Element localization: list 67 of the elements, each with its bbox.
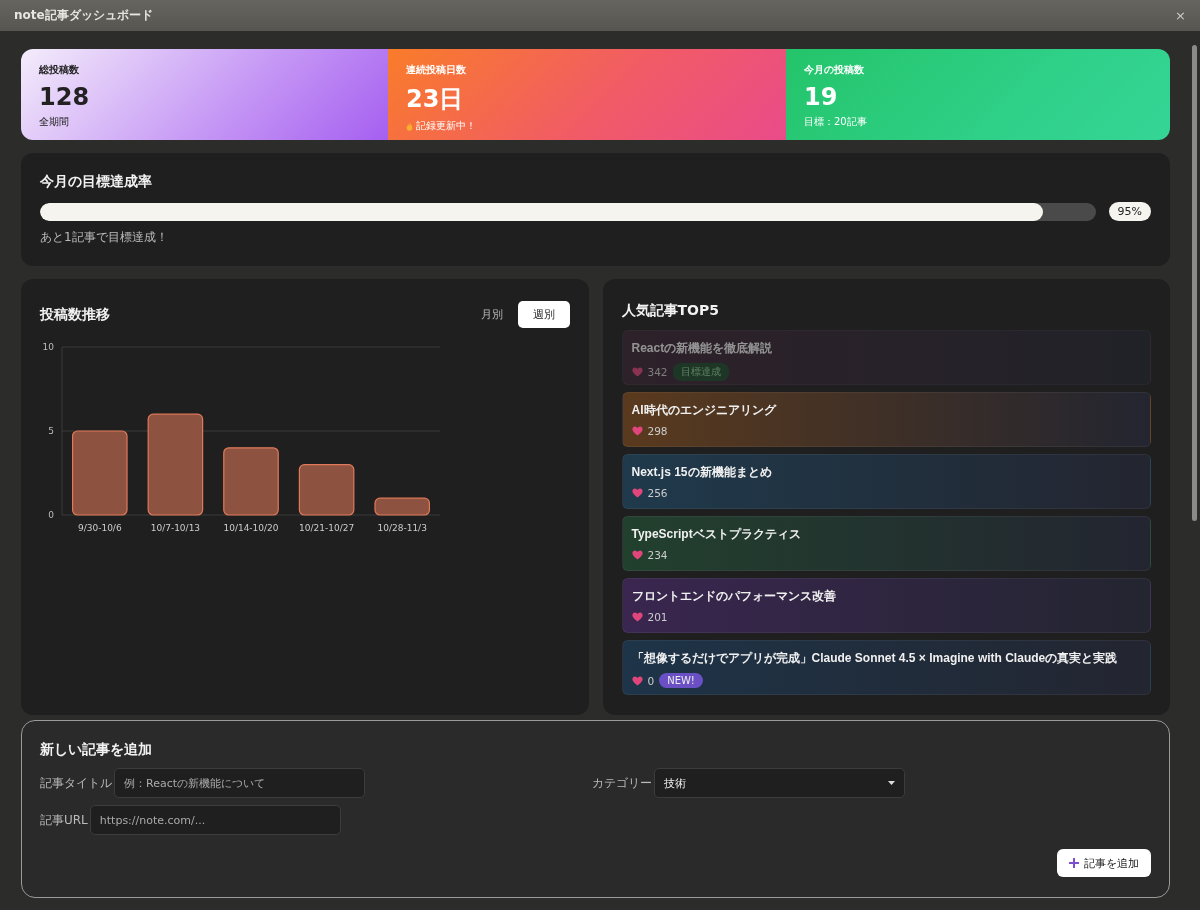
like-count: 201: [647, 611, 668, 623]
heart-icon: [631, 675, 643, 686]
bar: [374, 497, 431, 516]
stat-label: 連続投稿日数: [406, 63, 467, 77]
panel-title: 投稿数推移: [40, 305, 110, 324]
heart-icon: [631, 426, 643, 436]
heart-icon: [631, 550, 643, 560]
article-title: 「想像するだけでアプリが完成」Claude Sonnet 4.5 × Imagine with Claudeの真実と実践: [631, 650, 1119, 667]
close-button[interactable]: ×: [1173, 8, 1188, 23]
bar: [298, 464, 355, 516]
scrollbar-thumb[interactable]: [1191, 45, 1197, 521]
field-label: カテゴリー: [591, 774, 652, 792]
axis-category-label: 10/7-10/13: [150, 523, 201, 533]
form-title: 新しい記事を追加: [40, 741, 153, 759]
article-card[interactable]: フロントエンドのパフォーマンス改善 201: [621, 578, 1151, 633]
article-title: Reactの新機能を徹底解説: [631, 340, 774, 357]
article-title: Next.js 15の新機能まとめ: [631, 464, 773, 481]
period-tab[interactable]: 週別: [517, 301, 570, 328]
axis-tick-label: 5: [48, 426, 54, 436]
stat-value: 19: [804, 83, 839, 111]
like-count: 234: [647, 549, 668, 561]
bar: [223, 447, 279, 516]
field-label: 記事URL: [40, 811, 88, 829]
caret-icon: [887, 781, 895, 785]
like-count: 0: [647, 674, 655, 687]
goal-message: あと1記事で目標達成！: [40, 229, 169, 246]
like-count: 298: [647, 425, 668, 437]
window-title: note記事ダッシュボード: [14, 7, 153, 24]
flame-icon: [406, 121, 413, 131]
axis-tick-label: 0: [48, 510, 54, 520]
axis-tick-label: 10: [42, 342, 54, 352]
article-title: AI時代のエンジニアリング: [631, 402, 778, 419]
like-count: 256: [647, 487, 668, 499]
stat-value: 128: [39, 83, 91, 111]
url-input[interactable]: https://note.com/...: [89, 805, 341, 835]
field-label: 記事タイトル: [40, 774, 112, 792]
article-card[interactable]: 「想像するだけでアプリが完成」Claude Sonnet 4.5 × Imagine with Claudeの真実と実践 0 NEW!: [621, 640, 1151, 695]
stat-note: 目標：20記事: [804, 115, 867, 129]
progress-reading: 95%: [1108, 202, 1151, 221]
period-tab[interactable]: 月別: [465, 301, 518, 328]
panel-title: 人気記事TOP5: [621, 302, 720, 320]
stat-value: 23日: [406, 84, 465, 115]
axis-category-label: 9/30-10/6: [77, 523, 122, 533]
stat-note: 記録更新中！: [416, 119, 476, 133]
goal-title: 今月の目標達成率: [40, 173, 153, 191]
heart-icon: [631, 367, 643, 377]
stat-label: 今月の投稿数: [804, 63, 865, 77]
like-count: 342: [647, 366, 668, 378]
article-badge: 目標達成: [672, 363, 729, 381]
heart-icon: [631, 488, 643, 498]
article-card[interactable]: AI時代のエンジニアリング 298: [621, 392, 1151, 447]
stat-label: 総投稿数: [39, 63, 80, 77]
article-card[interactable]: Next.js 15の新機能まとめ 256: [621, 454, 1151, 509]
article-card[interactable]: TypeScriptベストプラクティス 234: [621, 516, 1151, 571]
title-input[interactable]: 例：Reactの新機能について: [114, 768, 365, 798]
plus-icon: [1069, 858, 1079, 868]
article-badge: NEW!: [659, 673, 703, 688]
axis-category-label: 10/21-10/27: [299, 523, 355, 533]
add-article-button[interactable]: 記事を追加: [1057, 849, 1151, 877]
article-title: TypeScriptベストプラクティス: [631, 526, 802, 543]
category-select[interactable]: 技術: [653, 768, 905, 798]
axis-category-label: 10/14-10/20: [223, 523, 279, 533]
axis-category-label: 10/28-11/3: [377, 523, 427, 533]
article-title: フロントエンドのパフォーマンス改善: [631, 588, 837, 605]
stat-note: 全期間: [39, 115, 69, 129]
heart-icon: [631, 612, 643, 622]
article-card[interactable]: Reactの新機能を徹底解説 342 目標達成: [621, 330, 1151, 385]
